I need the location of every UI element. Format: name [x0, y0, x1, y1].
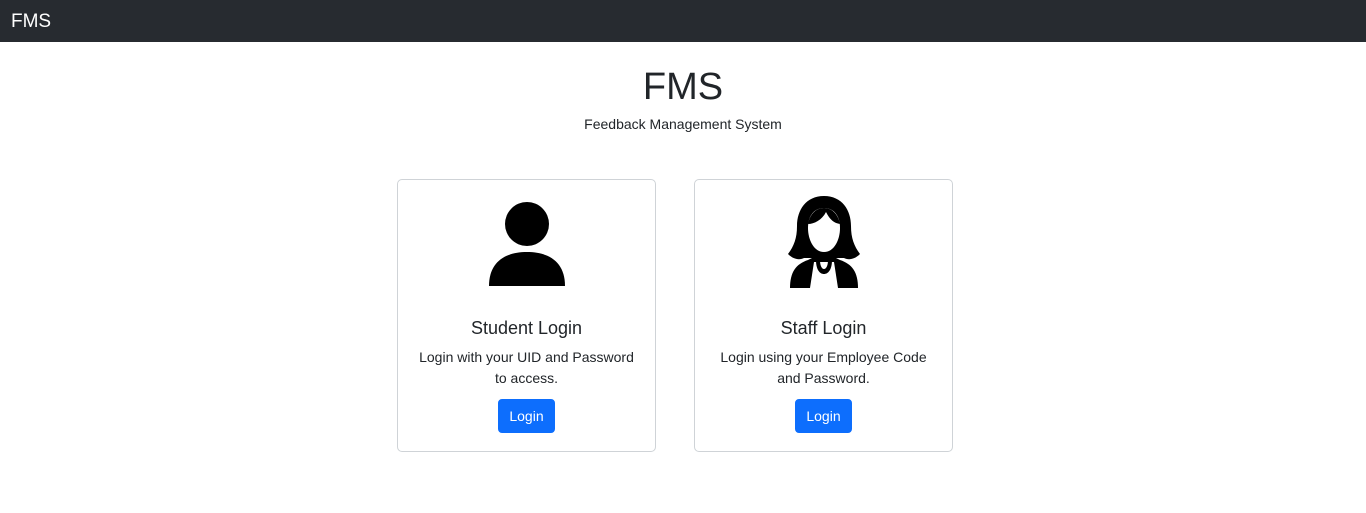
staff-login-text: Login using your Employee Code and Passw…: [720, 349, 927, 386]
student-login-title: Student Login: [470, 318, 583, 338]
navbar: FMS: [0, 0, 1366, 42]
woman-icon: [776, 194, 872, 290]
staff-login-title: Staff Login: [780, 318, 867, 338]
login-cards: Student Login Login with your UID and Pa…: [397, 179, 953, 452]
page-subtitle: Feedback Management System: [584, 116, 782, 132]
person-icon: [479, 194, 575, 290]
navbar-brand[interactable]: FMS: [11, 12, 51, 31]
student-login-card: Student Login Login with your UID and Pa…: [397, 179, 656, 452]
hero-section: FMS Feedback Management System: [0, 67, 1366, 133]
staff-login-card: Staff Login Login using your Employee Co…: [694, 179, 953, 452]
student-login-text: Login with your UID and Password to acce…: [419, 349, 634, 386]
staff-login-button[interactable]: Login: [795, 399, 852, 433]
student-login-button[interactable]: Login: [498, 399, 555, 433]
page-title: FMS: [642, 66, 724, 108]
